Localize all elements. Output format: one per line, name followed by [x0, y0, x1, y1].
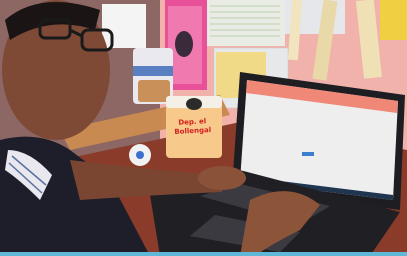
- jar-decoration: [186, 98, 202, 110]
- jar-label: Dep. el Bollengal: [167, 117, 219, 156]
- white-board: [102, 4, 146, 48]
- white-container-band: [133, 66, 173, 76]
- cartoon-figure: [175, 31, 193, 57]
- bottom-strip: [0, 252, 407, 256]
- screen-button: [302, 152, 314, 156]
- wall-paper-top: [205, 0, 285, 46]
- left-hand: [198, 166, 246, 190]
- small-cup: [138, 80, 170, 102]
- yellow-toy: [380, 0, 407, 40]
- jar-label-line2: Bollengal: [174, 126, 212, 136]
